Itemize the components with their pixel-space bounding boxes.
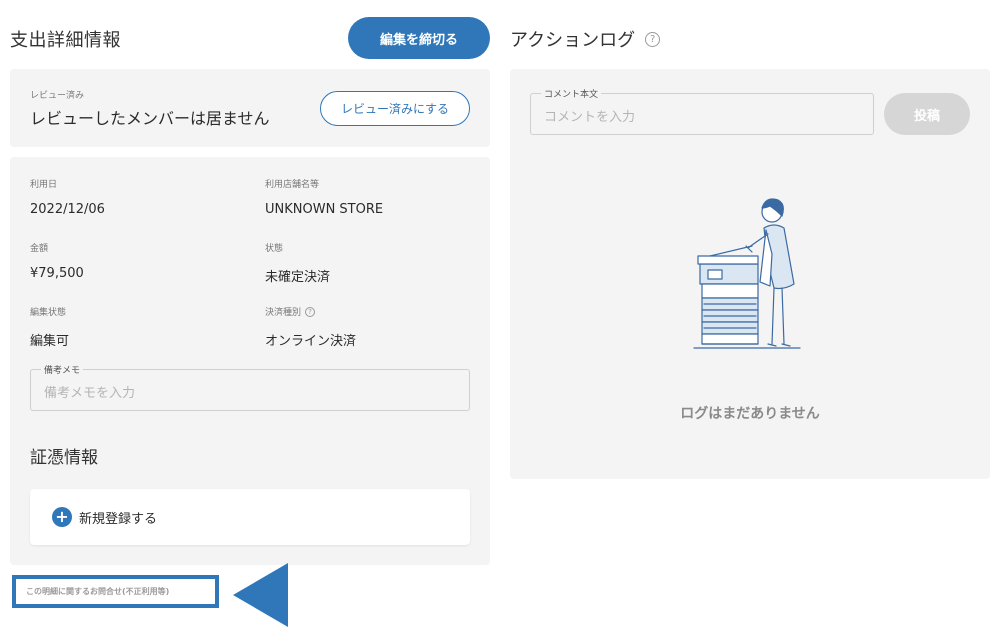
- review-status-text: レビューしたメンバーは居ません: [30, 109, 270, 128]
- amount-label: 金額: [30, 244, 49, 254]
- memo-legend: 備考メモ: [41, 363, 84, 376]
- edit-status-field: 編集状態 編集可: [30, 305, 69, 349]
- action-log-card: コメント本文 コメントを入力 投稿 ログはまだありません: [510, 69, 990, 479]
- comment-input[interactable]: コメント本文 コメントを入力: [530, 87, 874, 135]
- amount-value: ¥79,500: [30, 266, 84, 281]
- edit-status-label: 編集状態: [30, 308, 67, 318]
- edit-status-value: 編集可: [30, 334, 70, 349]
- plus-circle-icon: +: [52, 507, 72, 527]
- mark-reviewed-button[interactable]: レビュー済みにする: [320, 91, 470, 126]
- payment-type-label: 決済種別: [265, 308, 302, 318]
- review-card: レビュー済み レビューしたメンバーは居ません レビュー済みにする: [10, 69, 490, 147]
- post-button[interactable]: 投稿: [884, 93, 970, 135]
- new-register-label: 新規登録する: [79, 511, 158, 527]
- empty-log-text: ログはまだありません: [680, 406, 820, 422]
- inquiry-link-text: この明細に関するお問合せ(不正利用等): [26, 587, 170, 596]
- usage-date-value: 2022/12/06: [30, 202, 105, 217]
- inquiry-link[interactable]: この明細に関するお問合せ(不正利用等): [12, 575, 219, 608]
- help-icon[interactable]: ?: [305, 306, 316, 317]
- annotation-arrow-icon: [233, 563, 288, 627]
- payment-type-value: オンライン決済: [265, 334, 357, 349]
- new-register-button[interactable]: + 新規登録する: [30, 489, 470, 545]
- usage-date-field: 利用日 2022/12/06: [30, 177, 105, 217]
- store-name-label: 利用店舗名等: [265, 180, 320, 190]
- memo-placeholder: 備考メモを入力: [44, 386, 136, 401]
- comment-legend: コメント本文: [541, 87, 602, 100]
- payment-type-field: 決済種別 ? オンライン決済: [265, 305, 356, 349]
- review-status-label: レビュー済み: [30, 91, 85, 101]
- action-log-title: アクションログ: [510, 30, 636, 51]
- person-at-copier-illustration: [693, 198, 801, 349]
- help-circle-icon[interactable]: ?: [645, 31, 661, 47]
- expense-detail-card: 利用日 2022/12/06 利用店舗名等 UNKNOWN STORE 金額 ¥…: [10, 157, 490, 565]
- status-label: 状態: [265, 244, 284, 254]
- comment-placeholder: コメントを入力: [544, 110, 636, 125]
- usage-date-label: 利用日: [30, 180, 58, 190]
- status-value: 未確定決済: [265, 270, 331, 285]
- store-name-value: UNKNOWN STORE: [265, 202, 384, 217]
- amount-field: 金額 ¥79,500: [30, 241, 84, 281]
- evidence-section-title: 証憑情報: [30, 448, 98, 468]
- action-log-header: アクションログ ?: [510, 26, 661, 52]
- store-name-field: 利用店舗名等 UNKNOWN STORE: [265, 177, 383, 217]
- memo-input[interactable]: 備考メモ 備考メモを入力: [30, 363, 470, 411]
- close-edit-button[interactable]: 編集を締切る: [348, 17, 490, 59]
- page-title: 支出詳細情報: [10, 30, 121, 51]
- status-field: 状態 未確定決済: [265, 241, 330, 285]
